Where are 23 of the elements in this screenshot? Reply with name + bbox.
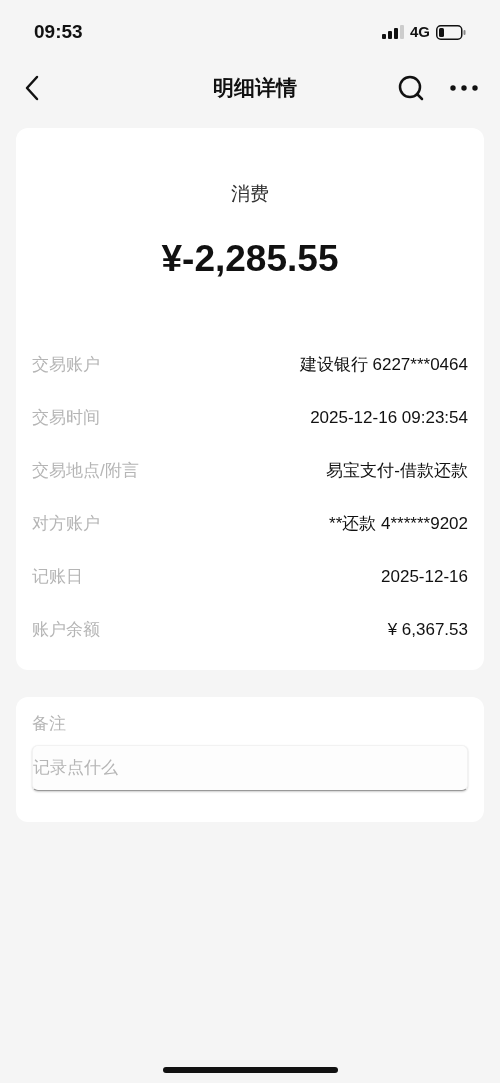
detail-label: 交易地点/附言: [32, 459, 139, 482]
network-label: 4G: [410, 21, 430, 42]
detail-value: 2025-12-16 09:23:54: [310, 406, 468, 429]
note-field[interactable]: 记录点什么: [32, 744, 468, 791]
detail-value: **还款 4******9202: [329, 512, 468, 535]
signal-icon: [382, 25, 404, 39]
detail-value: 建设银行 6227***0464: [299, 353, 468, 376]
search-icon[interactable]: [398, 75, 424, 101]
detail-value: 2025-12-16: [381, 565, 468, 588]
detail-label: 交易账户: [32, 353, 100, 376]
status-time: 09:53: [34, 19, 83, 44]
battery-icon: [436, 24, 466, 40]
detail-label: 账户余额: [32, 618, 100, 641]
note-label: 备注: [32, 713, 67, 735]
transaction-type: 消费: [231, 182, 269, 206]
transaction-amount: ¥-2,285.55: [161, 236, 339, 281]
detail-value: 易宝支付-借款还款: [326, 459, 468, 482]
detail-label: 交易时间: [32, 406, 100, 429]
page-title: 明细详情: [213, 75, 297, 102]
detail-label: 对方账户: [32, 512, 100, 535]
detail-label: 记账日: [32, 565, 83, 588]
detail-value: ¥ 6,367.53: [387, 618, 468, 641]
more-icon[interactable]: [450, 85, 478, 91]
